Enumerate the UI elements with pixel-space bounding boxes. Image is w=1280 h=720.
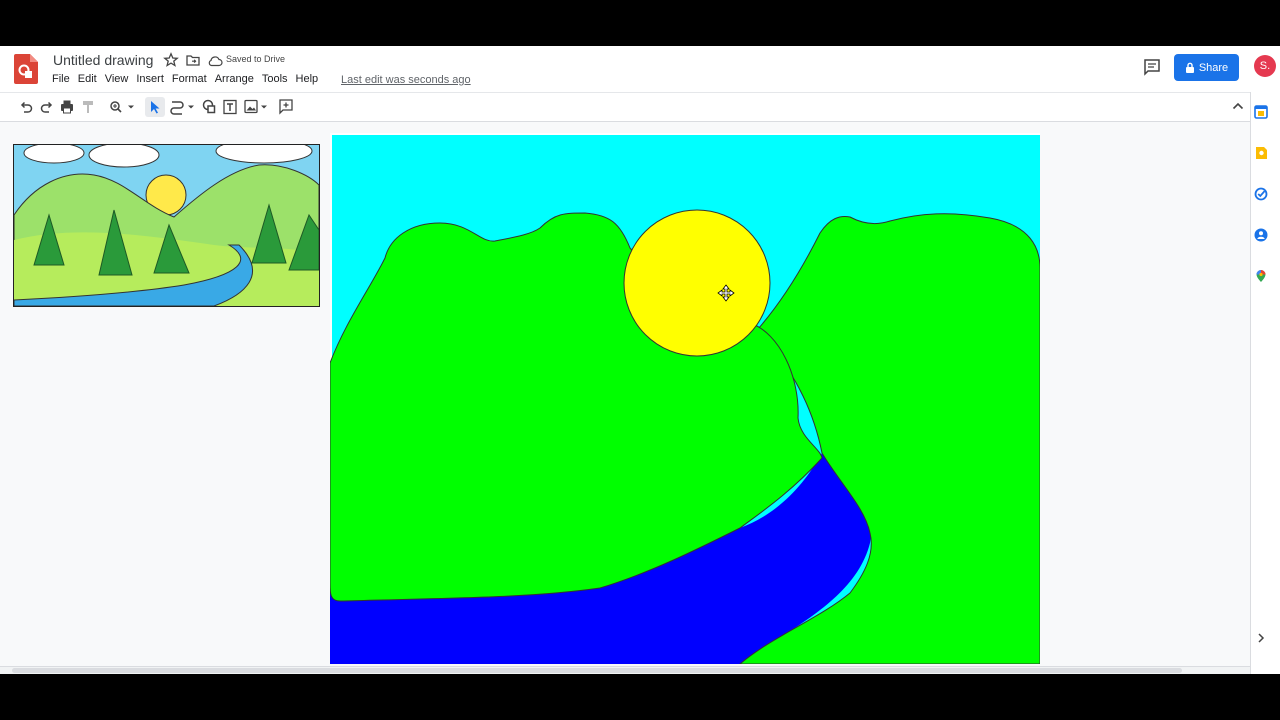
move-to-folder-icon[interactable] bbox=[185, 52, 201, 68]
last-edit-link[interactable]: Last edit was seconds ago bbox=[341, 74, 471, 86]
save-status: Saved to Drive bbox=[226, 54, 286, 64]
share-button[interactable]: Share bbox=[1174, 54, 1239, 81]
paint-format-icon[interactable] bbox=[80, 97, 96, 117]
menu-tools[interactable]: Tools bbox=[262, 73, 293, 85]
image-icon[interactable] bbox=[243, 97, 269, 117]
shape-tool-icon[interactable] bbox=[201, 97, 217, 117]
cloud-saved-icon bbox=[208, 56, 223, 67]
cursor-arrow-icon bbox=[151, 101, 160, 114]
zoom-icon[interactable] bbox=[108, 97, 136, 117]
print-icon[interactable] bbox=[59, 97, 75, 117]
sun-circle[interactable] bbox=[623, 209, 771, 357]
menu-arrange[interactable]: Arrange bbox=[215, 73, 259, 85]
menu-insert[interactable]: Insert bbox=[136, 73, 169, 85]
drawings-logo-icon[interactable] bbox=[14, 54, 38, 84]
maps-icon[interactable] bbox=[1254, 269, 1268, 283]
add-comment-icon[interactable] bbox=[278, 97, 294, 117]
scrollbar-thumb[interactable] bbox=[12, 668, 1182, 673]
chevron-up-icon[interactable] bbox=[1230, 98, 1246, 114]
menu-view[interactable]: View bbox=[105, 73, 134, 85]
star-icon[interactable] bbox=[163, 52, 179, 68]
line-tool-icon[interactable] bbox=[169, 97, 197, 117]
landscape-drawing bbox=[330, 135, 1040, 664]
reference-image[interactable] bbox=[13, 144, 320, 307]
comments-icon[interactable] bbox=[1143, 58, 1161, 76]
contacts-icon[interactable] bbox=[1254, 228, 1268, 242]
account-avatar[interactable]: S. bbox=[1254, 55, 1276, 77]
lock-icon bbox=[1185, 62, 1194, 73]
chevron-right-icon[interactable] bbox=[1254, 631, 1268, 645]
redo-icon[interactable] bbox=[39, 97, 55, 117]
menu-help[interactable]: Help bbox=[296, 73, 324, 85]
menu-edit[interactable]: Edit bbox=[78, 73, 102, 85]
reference-landscape-image bbox=[14, 145, 319, 306]
share-label: Share bbox=[1198, 61, 1229, 74]
tasks-icon[interactable] bbox=[1254, 187, 1268, 201]
horizontal-scrollbar[interactable] bbox=[0, 666, 1250, 674]
side-panel bbox=[1250, 92, 1280, 674]
toolbar bbox=[0, 92, 1250, 122]
menu-format[interactable]: Format bbox=[172, 73, 212, 85]
document-title[interactable]: Untitled drawing bbox=[53, 52, 153, 68]
menu-bar: File Edit View Insert Format Arrange Too… bbox=[52, 73, 326, 85]
undo-icon[interactable] bbox=[18, 97, 34, 117]
app-header: Untitled drawing Saved to Drive File Edi… bbox=[0, 46, 1280, 92]
text-box-icon[interactable] bbox=[222, 97, 238, 117]
drawing-canvas[interactable] bbox=[330, 133, 1040, 664]
drawings-app: Untitled drawing Saved to Drive File Edi… bbox=[0, 46, 1280, 674]
keep-icon[interactable] bbox=[1254, 146, 1268, 160]
calendar-icon[interactable] bbox=[1254, 105, 1268, 119]
menu-file[interactable]: File bbox=[52, 73, 75, 85]
select-tool-button[interactable] bbox=[145, 97, 165, 117]
